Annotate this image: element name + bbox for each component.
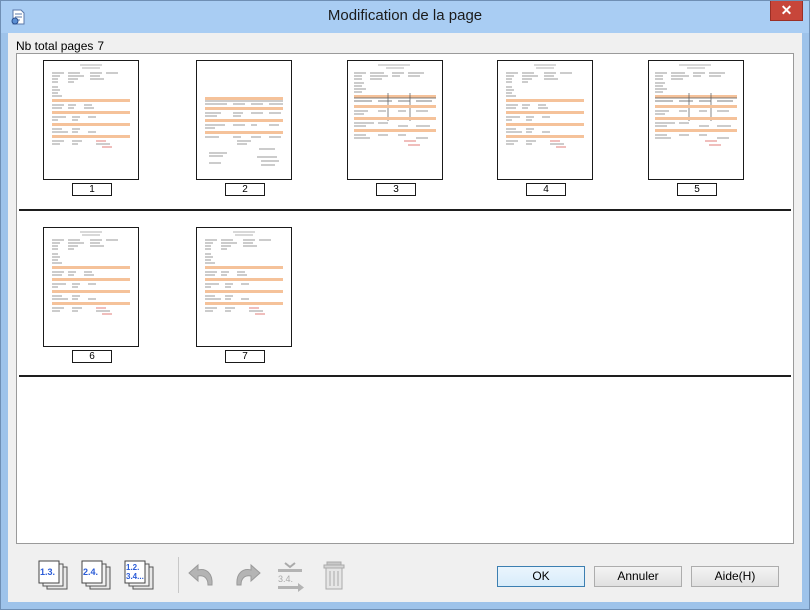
page-number: 5 (677, 183, 717, 196)
page-number: 6 (72, 350, 112, 363)
delete-icon (323, 561, 345, 590)
total-pages-count: 7 (97, 39, 105, 53)
select-odd-pages-button[interactable]: 1.3. (37, 558, 71, 592)
svg-text:1.2.: 1.2. (126, 563, 139, 572)
reorder-pages-button[interactable]: 3.4. (273, 558, 307, 592)
total-pages-label: Nb total pages (16, 39, 94, 53)
select-all-pages-button[interactable]: 1.2. 3.4... (123, 558, 157, 592)
page-number: 7 (225, 350, 265, 363)
cancel-button[interactable]: Annuler (594, 566, 682, 587)
window-title: Modification de la page (327, 7, 483, 24)
rotate-left-icon (188, 563, 213, 586)
close-button[interactable]: ✕ (770, 1, 803, 21)
page-preview-image (196, 60, 292, 180)
delete-page-button[interactable] (317, 558, 351, 592)
select-even-pages-icon: 2.4. (81, 560, 111, 590)
row-separator (19, 375, 791, 377)
page-number: 4 (526, 183, 566, 196)
rotate-left-button[interactable] (186, 558, 220, 592)
svg-text:3.4.: 3.4. (278, 574, 293, 584)
page-thumbnails-area[interactable]: 1 2 3 4 5 6 7 (16, 53, 794, 544)
page-preview-image (196, 227, 292, 347)
page-preview-image (497, 60, 593, 180)
page-number: 3 (376, 183, 416, 196)
page-number: 1 (72, 183, 112, 196)
select-all-pages-icon: 1.2. 3.4... (124, 560, 154, 590)
toolbar-separator (178, 557, 179, 593)
page-preview-image (43, 227, 139, 347)
page-preview-image (648, 60, 744, 180)
svg-text:2.4.: 2.4. (83, 567, 98, 577)
help-button[interactable]: Aide(H) (691, 566, 779, 587)
dialog-body: Nb total pages 7 1 2 3 4 5 6 7 1.3. 2.4.… (8, 33, 802, 602)
ok-button[interactable]: OK (497, 566, 585, 587)
dialog-window: Modification de la page ✕ Nb total pages… (0, 0, 810, 610)
title-bar[interactable]: Modification de la page ✕ (1, 1, 809, 33)
page-preview-image (43, 60, 139, 180)
svg-text:3.4...: 3.4... (126, 572, 144, 581)
select-odd-pages-icon: 1.3. (38, 560, 68, 590)
select-even-pages-button[interactable]: 2.4. (80, 558, 114, 592)
total-pages: Nb total pages 7 (16, 39, 108, 53)
svg-text:1.3.: 1.3. (40, 567, 55, 577)
reorder-pages-icon: 3.4. (278, 562, 304, 592)
rotate-right-icon (236, 563, 261, 586)
row-separator (19, 209, 791, 211)
rotate-right-button[interactable] (229, 558, 263, 592)
page-preview-image (347, 60, 443, 180)
page-number: 2 (225, 183, 265, 196)
